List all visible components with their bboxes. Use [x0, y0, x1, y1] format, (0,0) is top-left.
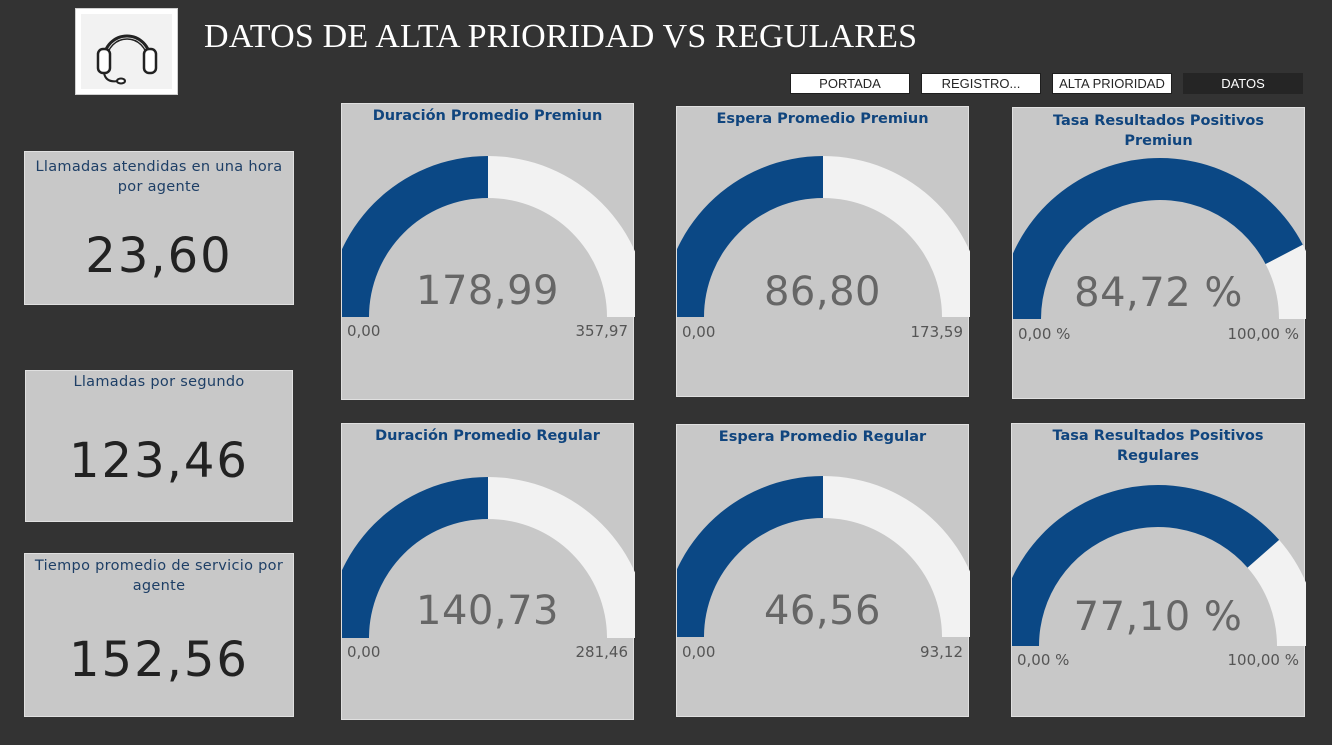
kpi-value: 23,60	[85, 228, 233, 284]
gauge-card: Duración Promedio Regular 140,73 0,00 281,4…	[341, 423, 635, 720]
kpi-value: 123,46	[69, 433, 249, 489]
nav-button-alta-prioridad[interactable]: ALTA PRIORIDAD	[1052, 73, 1172, 94]
gauge-card: Tasa Resultados Positivos Regulares 77,10…	[1011, 423, 1306, 717]
kpi-card-llamadas-segundo: Llamadas por segundo 123,46	[25, 370, 293, 522]
gauge-min-label: 0,00 %	[1018, 325, 1071, 343]
gauge-max-label: 281,46	[575, 643, 629, 661]
gauge-value: 84,72 %	[1074, 270, 1243, 316]
gauge-max-label: 100,00 %	[1227, 651, 1299, 669]
gauge-min-label: 0,00	[347, 643, 381, 661]
gauge-card: Tasa Resultados Positivos Premiun 84,72 %…	[1012, 107, 1306, 399]
gauge-value: 178,99	[416, 268, 559, 314]
gauge-min-label: 0,00	[347, 322, 381, 340]
headset-icon	[81, 14, 172, 89]
gauge-chart	[342, 156, 635, 317]
gauge-max-label: 173,59	[910, 323, 964, 341]
nav-button-datos[interactable]: DATOS	[1183, 73, 1303, 94]
gauge-chart	[1012, 485, 1306, 646]
gauge-max-label: 93,12	[920, 643, 963, 661]
gauge-max-label: 100,00 %	[1227, 325, 1299, 343]
gauge-chart	[1013, 158, 1306, 319]
gauge-card: Espera Promedio Regular 46,56 0,00 93,12	[676, 424, 970, 717]
gauge-chart	[677, 476, 970, 637]
nav-button-portada[interactable]: PORTADA	[790, 73, 910, 94]
nav-button-registro[interactable]: REGISTRO...	[921, 73, 1041, 94]
gauge-value: 140,73	[416, 588, 559, 634]
kpi-label: Tiempo promedio de servicio por agente	[34, 558, 284, 594]
kpi-value: 152,56	[69, 632, 249, 688]
gauge-min-label: 0,00 %	[1017, 651, 1070, 669]
gauge-min-label: 0,00	[682, 323, 716, 341]
logo	[75, 8, 178, 95]
gauge-value: 86,80	[763, 269, 881, 315]
kpi-label: Llamadas atendidas en una hora por agent…	[35, 159, 283, 195]
gauge-chart	[342, 477, 635, 638]
gauge-value: 77,10 %	[1073, 594, 1243, 640]
page-title: DATOS DE ALTA PRIORIDAD VS REGULARES	[204, 18, 918, 55]
gauge-chart	[677, 156, 970, 317]
gauge-max-label: 357,97	[575, 322, 629, 340]
gauge-card: Duración Promedio Premiun 178,99 0,00 357,9…	[341, 103, 635, 400]
kpi-label: Llamadas por segundo	[73, 374, 245, 390]
kpi-card-llamadas-hora: Llamadas atendidas en una hora por agent…	[24, 151, 294, 305]
gauge-value: 46,56	[763, 588, 881, 634]
gauge-card: Espera Promedio Premiun 86,80 0,00 173,59	[676, 106, 970, 397]
gauge-min-label: 0,00	[682, 643, 716, 661]
kpi-card-tiempo-servicio: Tiempo promedio de servicio por agente 1…	[24, 553, 294, 717]
